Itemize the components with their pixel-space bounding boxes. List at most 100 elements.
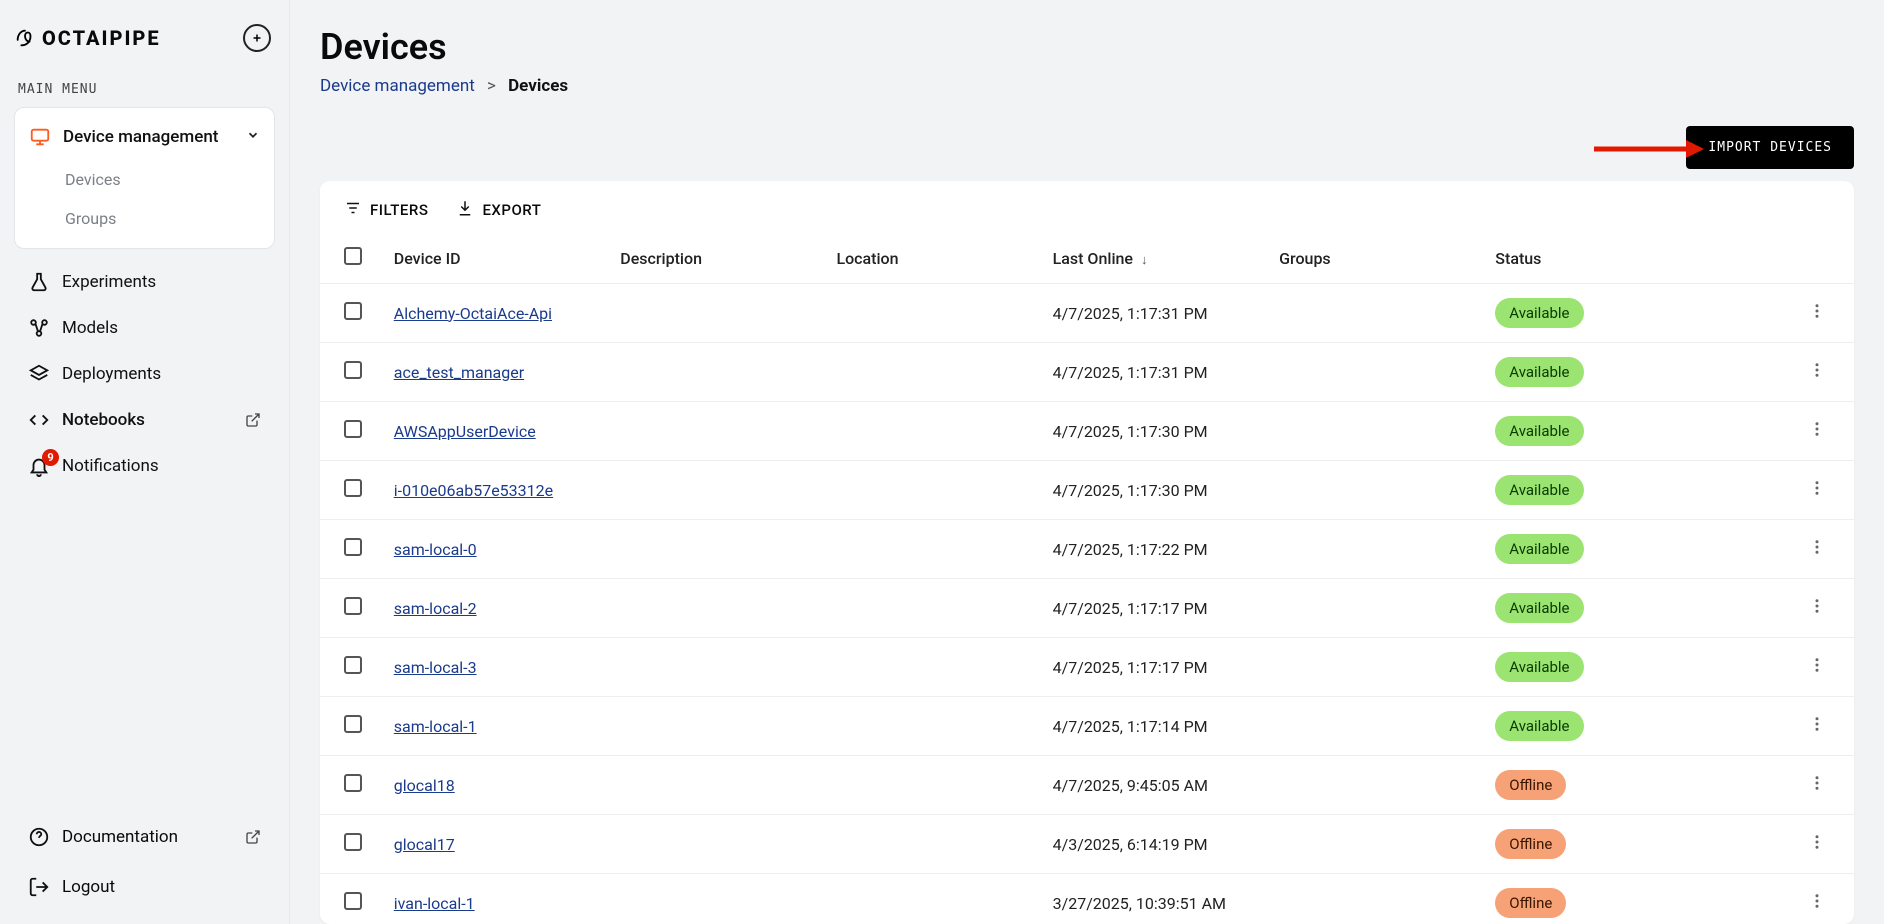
row-checkbox[interactable]: [344, 774, 362, 792]
checkbox[interactable]: [344, 247, 362, 265]
cell-description: [608, 697, 824, 756]
breadcrumb-current: Devices: [508, 76, 568, 96]
row-menu-button[interactable]: [1808, 361, 1826, 379]
col-lastonline[interactable]: Last Online ↓: [1041, 233, 1267, 284]
nav-item-logout[interactable]: Logout: [14, 862, 275, 912]
table-row: glocal17 4/3/2025, 6:14:19 PM Offline: [320, 815, 1854, 874]
row-menu-button[interactable]: [1808, 479, 1826, 497]
row-menu-button[interactable]: [1808, 774, 1826, 792]
cell-groups: [1267, 520, 1483, 579]
row-menu-button[interactable]: [1808, 420, 1826, 438]
device-link[interactable]: Alchemy-OctaiAce-Api: [394, 304, 552, 323]
col-deviceid[interactable]: Device ID: [382, 233, 608, 284]
help-icon: [28, 826, 50, 848]
nav-label: Groups: [65, 209, 116, 228]
nav-sub-groups[interactable]: Groups: [15, 199, 274, 238]
col-description[interactable]: Description: [608, 233, 824, 284]
col-groups[interactable]: Groups: [1267, 233, 1483, 284]
cell-description: [608, 579, 824, 638]
cell-location: [824, 874, 1040, 924]
cell-location: [824, 520, 1040, 579]
status-badge: Available: [1495, 652, 1583, 682]
cell-lastonline: 4/7/2025, 1:17:30 PM: [1041, 402, 1267, 461]
row-checkbox[interactable]: [344, 597, 362, 615]
table-toolbar: FILTERS EXPORT: [320, 181, 1854, 233]
status-badge: Available: [1495, 711, 1583, 741]
row-checkbox[interactable]: [344, 420, 362, 438]
nav-item-documentation[interactable]: Documentation: [14, 812, 275, 862]
device-link[interactable]: sam-local-0: [394, 540, 477, 559]
layers-icon: [28, 363, 50, 385]
export-button[interactable]: EXPORT: [456, 199, 541, 221]
row-checkbox[interactable]: [344, 833, 362, 851]
cell-groups: [1267, 402, 1483, 461]
cell-description: [608, 874, 824, 924]
col-location[interactable]: Location: [824, 233, 1040, 284]
annotation-arrow: [1594, 138, 1704, 164]
col-status[interactable]: Status: [1483, 233, 1771, 284]
row-menu-button[interactable]: [1808, 833, 1826, 851]
nav-item-notebooks[interactable]: Notebooks: [14, 397, 275, 443]
nav-item-notifications[interactable]: 9 Notifications: [14, 443, 275, 489]
chevron-down-icon: [246, 128, 260, 146]
cell-groups: [1267, 756, 1483, 815]
row-checkbox[interactable]: [344, 656, 362, 674]
row-checkbox[interactable]: [344, 538, 362, 556]
row-checkbox[interactable]: [344, 302, 362, 320]
nav-label: Deployments: [62, 364, 161, 384]
col-actions: [1772, 233, 1854, 284]
cell-location: [824, 343, 1040, 402]
external-link-icon: [245, 829, 261, 845]
device-link[interactable]: sam-local-1: [394, 717, 477, 736]
nav-sub-devices[interactable]: Devices: [15, 160, 274, 199]
row-menu-button[interactable]: [1808, 538, 1826, 556]
cell-lastonline: 4/7/2025, 1:17:17 PM: [1041, 579, 1267, 638]
cell-groups: [1267, 815, 1483, 874]
flask-icon: [28, 271, 50, 293]
table-row: i-010e06ab57e53312e 4/7/2025, 1:17:30 PM…: [320, 461, 1854, 520]
breadcrumb-parent[interactable]: Device management: [320, 76, 475, 96]
nav-item-models[interactable]: Models: [14, 305, 275, 351]
export-label: EXPORT: [482, 201, 541, 219]
device-link[interactable]: i-010e06ab57e53312e: [394, 481, 553, 500]
nav-label: Device management: [63, 127, 218, 147]
nav-label: Devices: [65, 170, 121, 189]
device-link[interactable]: glocal18: [394, 776, 455, 795]
import-devices-button[interactable]: IMPORT DEVICES: [1686, 126, 1854, 169]
nav-item-device-management[interactable]: Device management: [15, 114, 274, 160]
nav-group-device-management: Device management Devices Groups: [14, 107, 275, 249]
collapse-sidebar-button[interactable]: [243, 24, 271, 52]
brand-logo[interactable]: OCTAIPIPE: [14, 26, 161, 50]
device-link[interactable]: ivan-local-1: [394, 894, 475, 913]
filters-button[interactable]: FILTERS: [344, 199, 428, 221]
row-checkbox[interactable]: [344, 361, 362, 379]
cell-lastonline: 3/27/2025, 10:39:51 AM: [1041, 874, 1267, 924]
breadcrumb: Device management > Devices: [320, 76, 1854, 96]
device-link[interactable]: sam-local-3: [394, 658, 477, 677]
main-content: Devices Device management > Devices IMPO…: [290, 0, 1884, 924]
row-checkbox[interactable]: [344, 715, 362, 733]
device-link[interactable]: AWSAppUserDevice: [394, 422, 536, 441]
page-title: Devices: [320, 26, 1854, 68]
device-link[interactable]: sam-local-2: [394, 599, 477, 618]
brand-icon: [14, 27, 36, 49]
download-icon: [456, 199, 474, 221]
device-link[interactable]: glocal17: [394, 835, 455, 854]
cell-location: [824, 402, 1040, 461]
cell-description: [608, 284, 824, 343]
nav-item-deployments[interactable]: Deployments: [14, 351, 275, 397]
row-menu-button[interactable]: [1808, 715, 1826, 733]
device-link[interactable]: ace_test_manager: [394, 363, 524, 382]
nav-item-experiments[interactable]: Experiments: [14, 259, 275, 305]
cell-groups: [1267, 579, 1483, 638]
row-menu-button[interactable]: [1808, 302, 1826, 320]
cell-groups: [1267, 343, 1483, 402]
row-checkbox[interactable]: [344, 479, 362, 497]
row-menu-button[interactable]: [1808, 656, 1826, 674]
nodes-icon: [28, 317, 50, 339]
row-menu-button[interactable]: [1808, 892, 1826, 910]
row-menu-button[interactable]: [1808, 597, 1826, 615]
col-select-all[interactable]: [320, 233, 382, 284]
row-checkbox[interactable]: [344, 892, 362, 910]
table-row: sam-local-0 4/7/2025, 1:17:22 PM Availab…: [320, 520, 1854, 579]
